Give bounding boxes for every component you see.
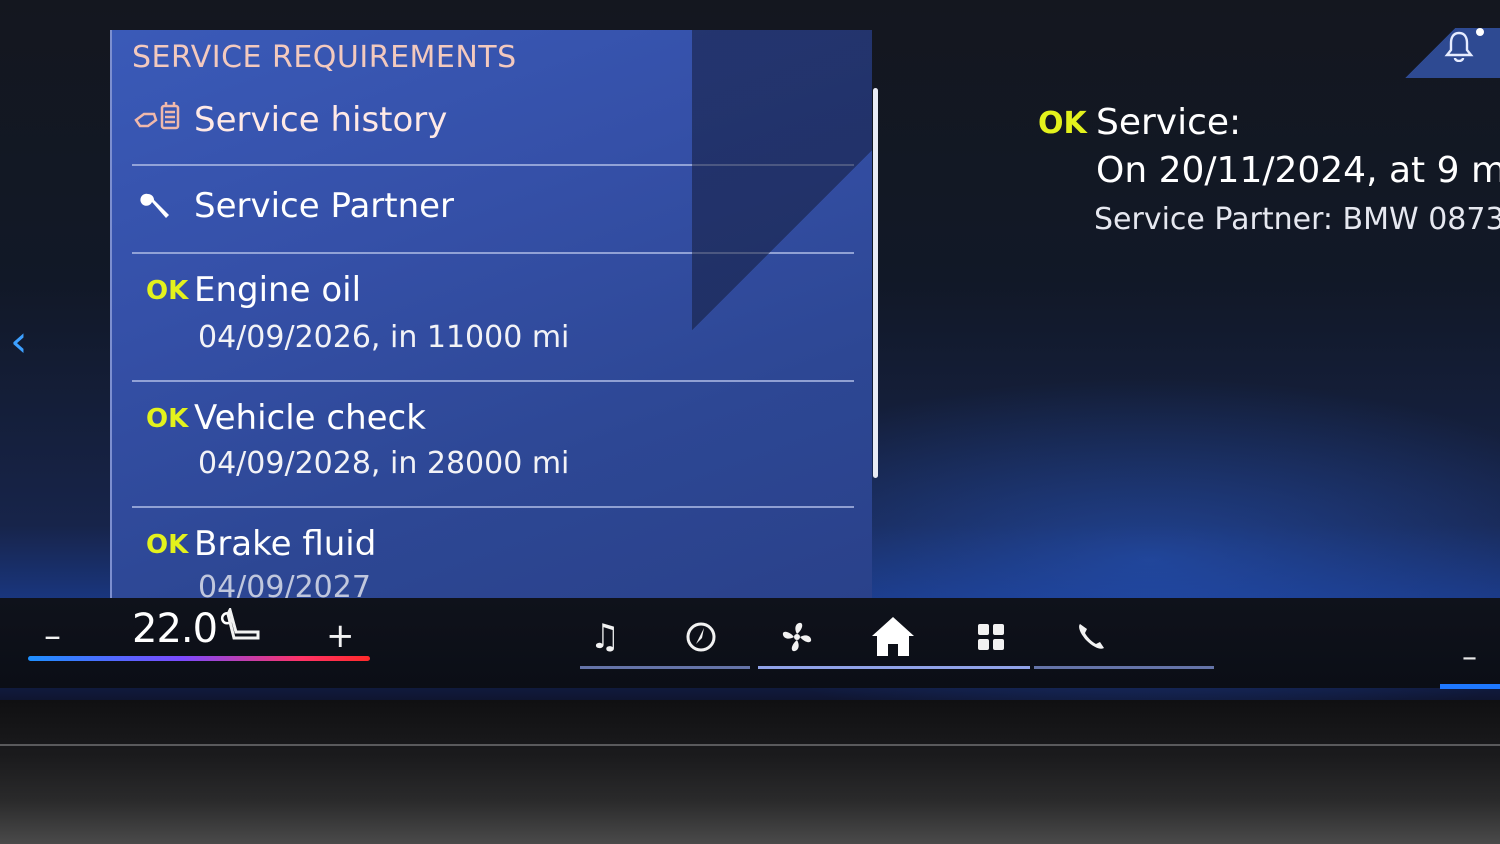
list-item-vehicle-check[interactable]: OK Vehicle check 04/09/2028, in 28000 mi — [132, 384, 854, 508]
item-name: Vehicle check — [194, 398, 426, 438]
ok-status-badge: OK — [146, 404, 189, 434]
panel-title: SERVICE REQUIREMENTS — [132, 40, 517, 75]
list-item-brake-fluid[interactable]: OK Brake fluid 04/09/2027 — [132, 510, 854, 602]
dashboard-bezel — [0, 700, 1500, 844]
temperature-decrease-button[interactable]: – — [44, 616, 61, 656]
navigation-icon[interactable] — [676, 612, 726, 662]
infotainment-screen: ‹ SERVICE REQUIREMENTS Service history S… — [0, 0, 1500, 700]
phone-icon[interactable] — [1066, 612, 1116, 662]
list-item-engine-oil[interactable]: OK Engine oil 04/09/2026, in 11000 mi — [132, 256, 854, 382]
dock-indicator-active — [758, 666, 1030, 669]
service-detail: OK Service: On 20/11/2024, at 9 mi Servi… — [1036, 100, 1500, 250]
bottom-dock: – 22.0° + ♫ – — [0, 598, 1500, 689]
service-history-label: Service history — [194, 100, 448, 140]
menu-item-service-history[interactable]: Service history — [132, 98, 854, 166]
detail-partner: Service Partner: BMW 08737 — [1094, 202, 1500, 237]
service-requirements-panel: SERVICE REQUIREMENTS Service history Ser… — [110, 30, 872, 602]
ok-status-badge: OK — [146, 276, 189, 306]
music-icon[interactable]: ♫ — [580, 612, 630, 662]
divider — [132, 380, 854, 382]
service-partner-label: Service Partner — [194, 186, 455, 226]
menu-item-service-partner[interactable]: Service Partner — [132, 168, 854, 254]
item-detail: 04/09/2028, in 28000 mi — [198, 446, 570, 481]
back-arrow-icon[interactable]: ‹ — [10, 318, 38, 366]
dock-indicator — [580, 666, 750, 669]
temperature-increase-button[interactable]: + — [326, 616, 355, 656]
item-name: Brake fluid — [194, 524, 377, 564]
ok-status-badge: OK — [1038, 106, 1087, 141]
ok-status-badge: OK — [146, 530, 189, 560]
divider — [132, 164, 854, 166]
scrollbar[interactable] — [873, 88, 878, 478]
item-detail: 04/09/2026, in 11000 mi — [198, 320, 570, 355]
temperature-slider[interactable] — [28, 656, 370, 661]
divider — [132, 252, 854, 254]
service-history-icon — [134, 100, 180, 140]
notification-dot — [1476, 28, 1484, 36]
bell-icon — [1444, 30, 1474, 70]
detail-title: Service: — [1096, 102, 1242, 143]
home-icon[interactable] — [868, 612, 918, 662]
volume-decrease-button[interactable]: – — [1462, 640, 1477, 675]
notification-tab[interactable] — [1392, 28, 1500, 78]
bezel-edge — [0, 744, 1500, 746]
detail-date: On 20/11/2024, at 9 mi — [1096, 150, 1500, 191]
temperature-value[interactable]: 22.0° — [132, 606, 237, 652]
apps-grid-icon[interactable] — [966, 612, 1016, 662]
volume-slider[interactable] — [1440, 684, 1500, 689]
fan-icon[interactable] — [772, 612, 822, 662]
divider — [132, 506, 854, 508]
seat-icon[interactable] — [226, 605, 262, 651]
dock-indicator — [1034, 666, 1214, 669]
item-name: Engine oil — [194, 270, 362, 310]
wrench-icon — [134, 190, 180, 230]
